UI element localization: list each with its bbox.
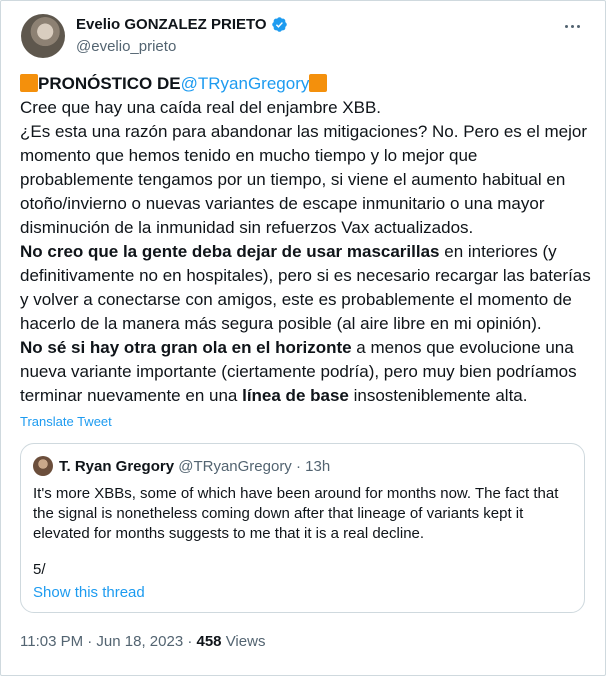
quoted-tweet-header: T. Ryan Gregory @TRyanGregory · 13h bbox=[59, 458, 330, 475]
tweet-line: disminución de la inmunidad sin refuerzo… bbox=[20, 216, 580, 240]
tweet-line: ¿Es esta una razón para abandonar las mi… bbox=[20, 120, 587, 144]
text-segment: hacerlo de la manera más segura posible … bbox=[20, 314, 542, 333]
text-segment: en interiores (y bbox=[439, 242, 557, 261]
text-segment: a menos que evolucione una bbox=[351, 338, 574, 357]
author-avatar[interactable] bbox=[21, 14, 65, 58]
text-segment: definitivamente no en hospitales), pero … bbox=[20, 266, 591, 285]
quoted-author-avatar bbox=[33, 456, 53, 476]
tweet-line: definitivamente no en hospitales), pero … bbox=[20, 264, 591, 288]
text-segment: ¿Es esta una razón para abandonar las mi… bbox=[20, 122, 587, 141]
tweet-line: terminar nuevamente en una línea de base… bbox=[20, 384, 580, 408]
text-segment: y volver a conectarse con amigos, este e… bbox=[20, 290, 572, 309]
mention-link[interactable]: @TRyanGregory bbox=[181, 74, 310, 93]
tweet-line: Cree que hay una caída real del enjambre… bbox=[20, 96, 580, 120]
quoted-author-name: T. Ryan Gregory bbox=[59, 458, 175, 475]
tweet-line: y volver a conectarse con amigos, este e… bbox=[20, 288, 580, 312]
views-label: Views bbox=[221, 633, 266, 650]
text-segment: insosteniblemente alta. bbox=[348, 386, 528, 405]
tweet-line: nueva variante importante (ciertamente p… bbox=[20, 360, 580, 384]
views-count: 458 bbox=[196, 633, 222, 650]
orange-square-icon bbox=[20, 74, 38, 92]
bold-text: línea de base bbox=[242, 386, 349, 405]
tweet-line: No creo que la gente deba dejar de usar … bbox=[20, 240, 580, 264]
text-segment: disminución de la inmunidad sin refuerzo… bbox=[20, 218, 474, 237]
orange-square-icon bbox=[309, 74, 328, 92]
show-thread-link[interactable]: Show this thread bbox=[33, 584, 145, 601]
tweet-line: probablemente tengamos por un tiempo, si… bbox=[20, 168, 580, 192]
tweet-line: No sé si hay otra gran ola en el horizon… bbox=[20, 336, 580, 360]
text-segment: terminar nuevamente en una bbox=[20, 386, 243, 405]
author-handle[interactable]: @evelio_prieto bbox=[76, 38, 176, 55]
translate-tweet-link[interactable]: Translate Tweet bbox=[20, 414, 112, 429]
text-segment: Cree que hay una caída real del enjambre… bbox=[20, 98, 382, 117]
quoted-tweet[interactable]: T. Ryan Gregory @TRyanGregory · 13h It's… bbox=[20, 443, 585, 613]
author-name-row[interactable]: Evelio GONZALEZ PRIETO bbox=[76, 16, 288, 33]
bold-text: PRONÓSTICO DE bbox=[38, 74, 181, 93]
quoted-tweet-text: It's more XBBs, some of which have been … bbox=[33, 485, 559, 542]
tweet-line: hacerlo de la manera más segura posible … bbox=[20, 312, 580, 336]
text-segment: nueva variante importante (ciertamente p… bbox=[20, 362, 577, 381]
tweet-text: PRONÓSTICO DE@TRyanGregory Cree que hay u… bbox=[20, 72, 591, 408]
quoted-separator: · bbox=[291, 458, 306, 475]
tweet-line: otoño/invierno o nuevas variantes de esc… bbox=[20, 192, 580, 216]
tweet-timestamp[interactable]: 11:03 PM · Jun 18, 2023 · bbox=[20, 633, 197, 650]
text-segment: momento que hemos tenido en mucho tiempo… bbox=[20, 146, 478, 165]
quoted-author-handle: @TRyanGregory bbox=[178, 458, 292, 475]
tweet-footer: 11:03 PM · Jun 18, 2023 · 458 Views bbox=[20, 633, 265, 650]
text-segment: otoño/invierno o nuevas variantes de esc… bbox=[20, 194, 545, 213]
tweet-line: PRONÓSTICO DE@TRyanGregory bbox=[20, 72, 580, 96]
bold-text: No sé si hay otra gran ola en el horizon… bbox=[20, 338, 352, 357]
more-options-icon[interactable] bbox=[560, 16, 584, 36]
text-segment: probablemente tengamos por un tiempo, si… bbox=[20, 170, 566, 189]
quoted-timestamp: 13h bbox=[305, 458, 331, 475]
author-name[interactable]: Evelio GONZALEZ PRIETO bbox=[76, 16, 267, 33]
tweet-line: momento que hemos tenido en mucho tiempo… bbox=[20, 144, 580, 168]
quoted-thread-count: 5/ bbox=[33, 561, 46, 578]
verified-badge-icon bbox=[271, 17, 287, 32]
bold-text: No creo que la gente deba dejar de usar … bbox=[20, 242, 440, 261]
